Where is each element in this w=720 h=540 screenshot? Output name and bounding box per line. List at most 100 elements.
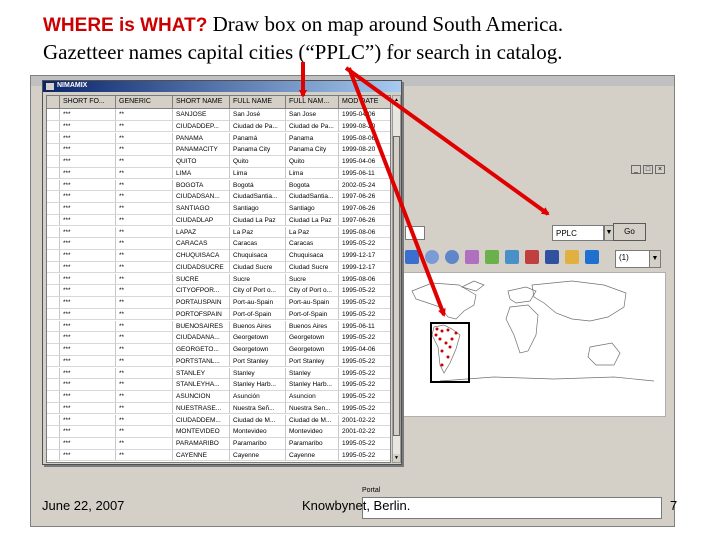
table-row[interactable]: *** ** PARAMARIBO Paramaribo Paramaribo 1995-… [47, 438, 390, 450]
chevron-down-icon[interactable]: ▼ [649, 251, 660, 267]
scroll-up-icon[interactable]: ▲ [393, 96, 400, 104]
settings-icon[interactable] [525, 250, 539, 264]
select-box-icon[interactable] [545, 250, 559, 264]
row-selector[interactable] [47, 132, 60, 144]
feature-code-select[interactable]: PPLC [552, 225, 604, 241]
table-row[interactable]: *** ** CAYENNE Cayenne Cayenne 1995-05-22 [47, 449, 390, 462]
row-selector[interactable] [47, 285, 60, 297]
table-row[interactable]: *** ** CIUDADDEM... Ciudad de M... Ciudad de… [47, 414, 390, 426]
row-selector[interactable] [47, 402, 60, 415]
table-row[interactable]: *** ** QUITO Quito Quito 1995-04-06 [47, 156, 390, 168]
row-selector[interactable] [47, 449, 60, 462]
table-row[interactable]: *** ** MONTEVIDEO Montevideo Montevideo 2001-… [47, 426, 390, 438]
row-selector[interactable] [47, 391, 60, 403]
table-row[interactable]: *** ** SANJOSE San José San Jose 1995-04-06 [47, 109, 390, 121]
row-selector[interactable] [47, 426, 60, 438]
scroll-thumb[interactable] [393, 136, 400, 436]
table-row[interactable]: *** ** PORTSTANL... Port Stanley Port Stanle… [47, 355, 390, 368]
row-selector[interactable] [47, 367, 60, 379]
column-header[interactable]: SHORT NAME [173, 96, 230, 109]
globe-icon[interactable] [405, 250, 419, 264]
table-cell: *** [60, 391, 116, 403]
selection-box[interactable] [430, 322, 470, 383]
table-row[interactable]: *** ** ASUNCION Asunción Asuncion 1995-05-22 [47, 391, 390, 403]
table-row[interactable]: *** ** SUCRE Sucre Sucre 1995-08-06 [47, 273, 390, 285]
column-header[interactable]: SHORT FO... [60, 96, 116, 109]
help-icon[interactable] [585, 250, 599, 264]
table-row[interactable]: *** ** PORTOFSPAIN Port-of-Spain Port-of-Spa… [47, 308, 390, 321]
table-cell: 1999-12-17 [339, 250, 390, 262]
row-selector[interactable] [47, 297, 60, 309]
query-field[interactable] [405, 226, 425, 240]
close-icon[interactable]: × [655, 165, 665, 174]
row-selector[interactable] [47, 320, 60, 332]
column-header[interactable]: MOD DATE [339, 96, 390, 109]
table-cell: ** [116, 191, 173, 203]
table-row[interactable]: *** ** CHUQUISACA Chuquisaca Chuquisaca 1999-… [47, 250, 390, 262]
table-row[interactable]: *** ** PANAMA Panamá Panama 1995-08-06 [47, 132, 390, 144]
row-selector[interactable] [47, 379, 60, 391]
table-row[interactable]: *** ** NUESTRASE... Nuestra Señ... Nuestra S… [47, 402, 390, 415]
row-selector[interactable] [47, 156, 60, 168]
table-row[interactable]: *** ** LIMA Lima Lima 1995-06-11 [47, 167, 390, 180]
pan-icon[interactable] [465, 250, 479, 264]
row-selector[interactable] [47, 109, 60, 121]
table-row[interactable]: *** ** GEORGETO... Georgetown Georgetown 1995… [47, 344, 390, 356]
column-header[interactable]: GENERIC [116, 96, 173, 109]
row-selector[interactable] [47, 414, 60, 426]
row-selector[interactable] [47, 273, 60, 285]
row-selector[interactable] [47, 250, 60, 262]
row-selector[interactable] [47, 344, 60, 356]
go-button[interactable]: Go [613, 223, 646, 241]
maximize-icon[interactable]: □ [643, 165, 653, 174]
table-row[interactable]: *** ** CIUDADDEP... Ciudad de Pa... Ciudad d… [47, 120, 390, 133]
table-cell: Paramaribo [286, 438, 339, 450]
table-row[interactable]: *** ** SANTIAGO Santiago Santiago 1997-06-26 [47, 203, 390, 215]
table-row[interactable]: *** ** CARACAS Caracas Caracas 1995-05-22 [47, 238, 390, 250]
zoom-in-icon[interactable] [425, 250, 439, 264]
table-cell: GEORGETO... [173, 344, 230, 356]
table-row[interactable]: *** ** CIUDADANA... Georgetown Georgetown 199… [47, 332, 390, 344]
table-row[interactable]: *** ** BOGOTA Bogotá Bogota 2002-05-24 [47, 179, 390, 191]
row-selector[interactable] [47, 120, 60, 133]
identify-icon[interactable] [565, 250, 579, 264]
row-selector[interactable] [47, 214, 60, 227]
zoom-select[interactable]: (1) ▼ [615, 250, 661, 268]
row-selector[interactable] [47, 226, 60, 238]
gazetteer-table: SHORT FO... GENERIC SHORT NAME FULL NAME… [46, 95, 391, 463]
table-row[interactable]: *** ** CIUDADSAN... CiudadSantia... CiudadSa… [47, 191, 390, 203]
row-selector[interactable] [47, 203, 60, 215]
table-row[interactable]: *** ** STANLEYHA... Stanley Harb... Stanley … [47, 379, 390, 391]
row-selector[interactable] [47, 355, 60, 368]
table-cell: Asunción [230, 391, 286, 403]
row-selector[interactable] [47, 167, 60, 180]
row-selector[interactable] [47, 179, 60, 191]
vertical-scrollbar[interactable]: ▲ ▼ [392, 95, 401, 463]
table-cell: Port-au-Spain [230, 297, 286, 309]
refresh-icon[interactable] [505, 250, 519, 264]
layers-icon[interactable] [485, 250, 499, 264]
table-row[interactable]: *** ** PANAMACITY Panama City Panama City 199… [47, 144, 390, 156]
row-selector[interactable] [47, 144, 60, 156]
zoom-out-icon[interactable] [445, 250, 459, 264]
table-row[interactable]: *** ** CIUDADSUCRE Ciudad Sucre Ciudad Sucre… [47, 261, 390, 274]
table-row[interactable]: *** ** PORTAUSPAIN Port-au-Spain Port-au-Spa… [47, 297, 390, 309]
row-selector[interactable] [47, 438, 60, 450]
table-cell: Panamá [230, 132, 286, 144]
table-cell: *** [60, 226, 116, 238]
row-selector[interactable] [47, 238, 60, 250]
table-row[interactable]: *** ** CITYOFPOR... City of Port o... City o… [47, 285, 390, 297]
table-row[interactable]: *** ** LAPAZ La Paz La Paz 1995-08-06 [47, 226, 390, 238]
scroll-down-icon[interactable]: ▼ [393, 454, 400, 462]
column-header-select[interactable] [47, 96, 60, 109]
table-row[interactable]: *** ** BUENOSAIRES Buenos Aires Buenos Aires… [47, 320, 390, 332]
table-row[interactable]: *** ** STANLEY Stanley Stanley 1995-05-22 [47, 367, 390, 379]
row-selector[interactable] [47, 332, 60, 344]
minimize-icon[interactable]: _ [631, 165, 641, 174]
row-selector[interactable] [47, 308, 60, 321]
row-selector[interactable] [47, 191, 60, 203]
column-header[interactable]: FULL NAM... [286, 96, 339, 109]
table-row[interactable]: *** ** CIUDADLAP Ciudad La Paz Ciudad La Paz… [47, 214, 390, 227]
column-header[interactable]: FULL NAME [230, 96, 286, 109]
row-selector[interactable] [47, 261, 60, 274]
